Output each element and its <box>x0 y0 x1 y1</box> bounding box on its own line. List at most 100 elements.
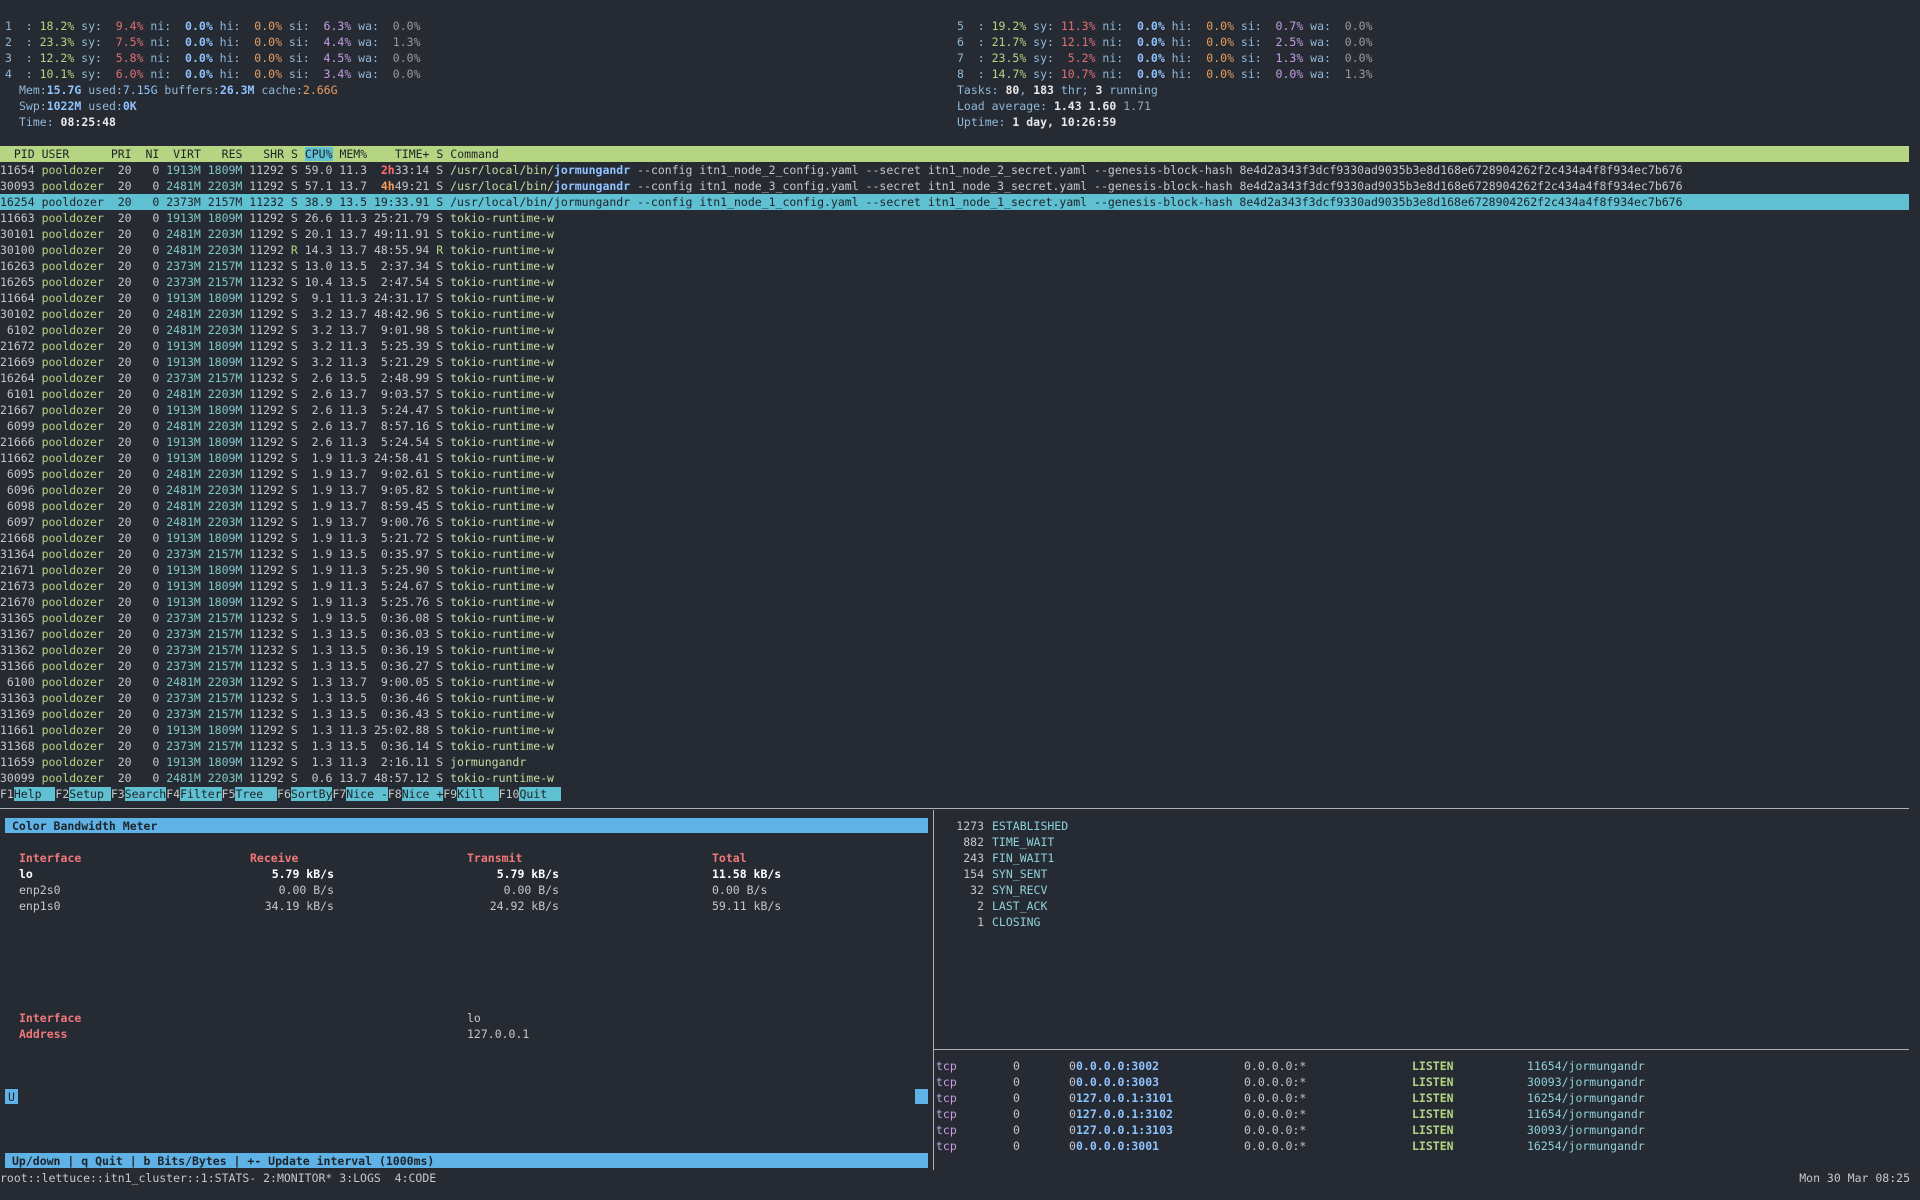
process-row[interactable]: 30093 pooldozer 20 0 2481M 2203M 11292 S… <box>0 178 1909 194</box>
socket-program[interactable]: 30093/jormungandr <box>1527 1074 1645 1090</box>
bw-scroll-marker-right[interactable] <box>915 1089 928 1104</box>
socket-program[interactable]: 16254/jormungandr <box>1527 1138 1645 1154</box>
process-row[interactable]: 21672 pooldozer 20 0 1913M 1809M 11292 S… <box>0 338 1909 354</box>
conn-count: 243 <box>963 851 984 865</box>
process-row[interactable]: 11663 pooldozer 20 0 1913M 1809M 11292 S… <box>0 210 1909 226</box>
process-row[interactable]: 31365 pooldozer 20 0 2373M 2157M 11232 S… <box>0 610 1909 626</box>
col-command[interactable]: Command <box>450 147 498 161</box>
process-row[interactable]: 6096 pooldozer 20 0 2481M 2203M 11292 S … <box>0 482 1909 498</box>
bw-interface[interactable]: enp1s0 <box>19 898 61 914</box>
process-row[interactable]: 6095 pooldozer 20 0 2481M 2203M 11292 S … <box>0 466 1909 482</box>
socket-recvq: 0 <box>1013 1123 1020 1137</box>
bw-total: 59.11 kB/s <box>712 899 782 913</box>
process-row[interactable]: 6102 pooldozer 20 0 2481M 2203M 11292 S … <box>0 322 1909 338</box>
process-row[interactable]: 31369 pooldozer 20 0 2373M 2157M 11232 S… <box>0 706 1909 722</box>
col-mem[interactable]: MEM% <box>339 147 367 161</box>
function-key-bar: F1Help F2Setup F3SearchF4FilterF5Tree F6… <box>0 786 1909 801</box>
socket-state: LISTEN <box>1412 1107 1454 1121</box>
socket-local-address: 127.0.0.1:3103 <box>1076 1123 1173 1137</box>
fkey-f3[interactable]: F3Search <box>111 787 167 801</box>
process-row[interactable]: 30100 pooldozer 20 0 2481M 2203M 11292 R… <box>0 242 1909 258</box>
col-virt[interactable]: VIRT <box>166 147 201 161</box>
process-row[interactable]: 31362 pooldozer 20 0 2373M 2157M 11232 S… <box>0 642 1909 658</box>
process-row[interactable]: 16265 pooldozer 20 0 2373M 2157M 11232 S… <box>0 274 1909 290</box>
conn-count: 882 <box>963 835 984 849</box>
socket-recvq: 0 <box>1013 1091 1020 1105</box>
fkey-f5[interactable]: F5Tree <box>222 787 278 801</box>
process-row[interactable]: 11661 pooldozer 20 0 1913M 1809M 11292 S… <box>0 722 1909 738</box>
bw-total: 11.58 kB/s <box>712 867 782 881</box>
col-shr[interactable]: SHR <box>249 147 284 161</box>
process-row[interactable]: 31368 pooldozer 20 0 2373M 2157M 11232 S… <box>0 738 1909 754</box>
process-row[interactable]: 21668 pooldozer 20 0 1913M 1809M 11292 S… <box>0 530 1909 546</box>
fkey-f2[interactable]: F2Setup <box>55 787 111 801</box>
socket-proto: tcp <box>936 1139 957 1153</box>
bw-interface[interactable]: enp2s0 <box>19 882 61 898</box>
tmux-windows[interactable]: 1:STATS- 2:MONITOR* 3:LOGS 4:CODE <box>201 1171 436 1185</box>
fkey-f6[interactable]: F6SortBy <box>277 787 333 801</box>
process-row[interactable]: 21667 pooldozer 20 0 1913M 1809M 11292 S… <box>0 402 1909 418</box>
process-row[interactable]: 30099 pooldozer 20 0 2481M 2203M 11292 S… <box>0 770 1909 786</box>
process-row[interactable]: 6098 pooldozer 20 0 2481M 2203M 11292 S … <box>0 498 1909 514</box>
bw-interface[interactable]: lo <box>19 866 33 882</box>
process-row[interactable]: 21669 pooldozer 20 0 1913M 1809M 11292 S… <box>0 354 1909 370</box>
socket-foreign-address: 0.0.0.0:* <box>1244 1139 1307 1153</box>
process-row[interactable]: 31363 pooldozer 20 0 2373M 2157M 11232 S… <box>0 690 1909 706</box>
bw-header-total: Total <box>712 851 747 865</box>
col-time[interactable]: TIME+ <box>374 147 430 161</box>
process-row[interactable]: 31366 pooldozer 20 0 2373M 2157M 11232 S… <box>0 658 1909 674</box>
fkey-f8[interactable]: F8Nice + <box>388 787 444 801</box>
fkey-f1[interactable]: F1Help <box>0 787 56 801</box>
fkey-f10[interactable]: F10Quit <box>499 787 561 801</box>
process-table-header[interactable]: PID USER PRI NI VIRT RES SHR S CPU% MEM%… <box>0 146 1909 162</box>
socket-state: LISTEN <box>1412 1091 1454 1105</box>
process-row[interactable]: 31364 pooldozer 20 0 2373M 2157M 11232 S… <box>0 546 1909 562</box>
socket-program[interactable]: 16254/jormungandr <box>1527 1090 1645 1106</box>
process-row[interactable]: 16254 pooldozer 20 0 2373M 2157M 11232 S… <box>0 194 1909 210</box>
process-row[interactable]: 21666 pooldozer 20 0 1913M 1809M 11292 S… <box>0 434 1909 450</box>
process-list: 11654 pooldozer 20 0 1913M 1809M 11292 S… <box>0 162 1909 786</box>
col-pri[interactable]: PRI <box>111 147 132 161</box>
process-row[interactable]: 11654 pooldozer 20 0 1913M 1809M 11292 S… <box>0 162 1909 178</box>
socket-local-address: 127.0.0.1:3101 <box>1076 1091 1173 1105</box>
process-row[interactable]: 16264 pooldozer 20 0 2373M 2157M 11232 S… <box>0 370 1909 386</box>
process-row[interactable]: 11659 pooldozer 20 0 1913M 1809M 11292 S… <box>0 754 1909 770</box>
process-row[interactable]: 6099 pooldozer 20 0 2481M 2203M 11292 S … <box>0 418 1909 434</box>
cpu-meter-row: 6 : 21.7% sy: 12.1% ni: 0.0% hi: 0.0% si… <box>957 35 1373 49</box>
socket-foreign-address: 0.0.0.0:* <box>1244 1091 1307 1105</box>
col-pid[interactable]: PID <box>0 147 35 161</box>
process-row[interactable]: 30102 pooldozer 20 0 2481M 2203M 11292 S… <box>0 306 1909 322</box>
fkey-f7[interactable]: F7Nice - <box>332 787 388 801</box>
process-row[interactable]: 11664 pooldozer 20 0 1913M 1809M 11292 S… <box>0 290 1909 306</box>
fkey-f9[interactable]: F9Kill <box>443 787 499 801</box>
bw-receive: 34.19 kB/s <box>264 899 334 913</box>
fkey-f4[interactable]: F4Filter <box>166 787 222 801</box>
col-res[interactable]: RES <box>208 147 243 161</box>
socket-recvq: 0 <box>1013 1059 1020 1073</box>
socket-program[interactable]: 30093/jormungandr <box>1527 1122 1645 1138</box>
process-row[interactable]: 6100 pooldozer 20 0 2481M 2203M 11292 S … <box>0 674 1909 690</box>
process-row[interactable]: 21671 pooldozer 20 0 1913M 1809M 11292 S… <box>0 562 1909 578</box>
col-cpu-sorted[interactable]: CPU% <box>304 147 333 161</box>
process-row[interactable]: 21673 pooldozer 20 0 1913M 1809M 11292 S… <box>0 578 1909 594</box>
col-ni[interactable]: NI <box>139 147 159 161</box>
socket-recvq: 0 <box>1013 1075 1020 1089</box>
process-row[interactable]: 16263 pooldozer 20 0 2373M 2157M 11232 S… <box>0 258 1909 274</box>
clock-meter: Time: 08:25:48 <box>19 115 116 129</box>
bw-scroll-marker-left[interactable]: U <box>5 1089 18 1104</box>
bw-header-transmit: Transmit <box>467 851 523 865</box>
socket-program[interactable]: 11654/jormungandr <box>1527 1106 1645 1122</box>
process-row[interactable]: 6097 pooldozer 20 0 2481M 2203M 11292 S … <box>0 514 1909 530</box>
socket-proto: tcp <box>936 1059 957 1073</box>
process-row[interactable]: 21670 pooldozer 20 0 1913M 1809M 11292 S… <box>0 594 1909 610</box>
process-row[interactable]: 6101 pooldozer 20 0 2481M 2203M 11292 S … <box>0 386 1909 402</box>
col-s[interactable]: S <box>291 147 298 161</box>
socket-program[interactable]: 11654/jormungandr <box>1527 1058 1645 1074</box>
process-row[interactable]: 11662 pooldozer 20 0 1913M 1809M 11292 S… <box>0 450 1909 466</box>
process-row[interactable]: 30101 pooldozer 20 0 2481M 2203M 11292 S… <box>0 226 1909 242</box>
col-user[interactable]: USER <box>42 147 104 161</box>
socket-state: LISTEN <box>1412 1059 1454 1073</box>
conn-count: 2 <box>977 899 984 913</box>
col-s2[interactable]: S <box>436 147 443 161</box>
process-row[interactable]: 31367 pooldozer 20 0 2373M 2157M 11232 S… <box>0 626 1909 642</box>
